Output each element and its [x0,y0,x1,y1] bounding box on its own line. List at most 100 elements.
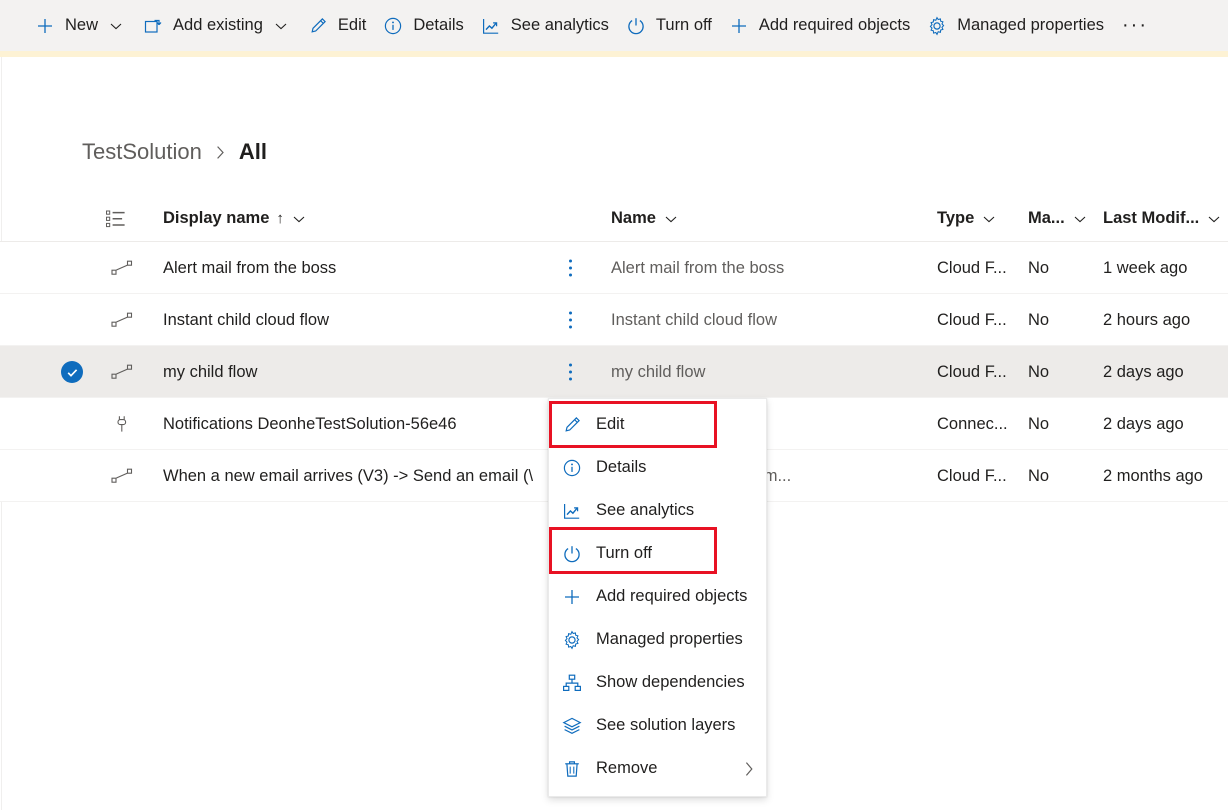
chevron-down-icon[interactable] [106,16,126,36]
row-type: Cloud F... [937,294,1007,346]
checkmark-icon [61,361,83,383]
row-last-modified: 1 week ago [1103,242,1187,294]
more-vertical-icon [568,258,573,278]
gear-icon [926,15,948,37]
command-edit[interactable]: Edit [299,4,374,48]
command-add-existing-label: Add existing [173,17,263,34]
cloud-flow-icon [106,242,138,294]
chevron-down-icon[interactable] [1207,212,1221,226]
column-header-name[interactable]: Name [611,196,678,242]
row-type: Cloud F... [937,242,1007,294]
command-add-existing[interactable]: Add existing [134,4,299,48]
row-display-name[interactable]: When a new email arrives (V3) -> Send an… [163,450,533,502]
row-checkbox[interactable] [57,294,87,346]
overflow-menu-button[interactable]: ··· [1118,6,1152,46]
row-managed: No [1028,294,1049,346]
chevron-down-icon[interactable] [292,212,306,226]
context-menu-item-edit[interactable]: Edit [549,403,766,446]
table-row[interactable]: my child flow my child flow Cloud F... N… [0,346,1228,398]
column-header-display-name-label: Display name [163,209,269,228]
command-add-required-objects[interactable]: Add required objects [720,4,918,48]
plus-icon [728,15,750,37]
cloud-flow-icon [106,294,138,346]
command-details-label: Details [413,17,463,34]
grid-header-row: Display name ↑ Name Type Ma... [0,196,1228,242]
column-header-type-label: Type [937,209,974,228]
table-row[interactable]: Instant child cloud flow Instant child c… [0,294,1228,346]
layers-icon [561,715,583,737]
power-icon [625,15,647,37]
more-vertical-icon [568,310,573,330]
gear-icon [561,629,583,651]
column-header-managed-label: Ma... [1028,209,1065,228]
row-type: Connec... [937,398,1008,450]
context-menu-item-see-analytics[interactable]: See analytics [549,489,766,532]
context-menu-item-details[interactable]: Details [549,446,766,489]
context-menu-item-turn-off-label: Turn off [596,544,652,563]
column-header-last-modified[interactable]: Last Modif... [1103,196,1221,242]
row-display-name[interactable]: Notifications DeonheTestSolution-56e46 [163,398,457,450]
plus-icon [34,15,56,37]
command-new-label: New [65,17,98,34]
command-add-required-objects-label: Add required objects [759,17,910,34]
context-menu-item-see-solution-layers[interactable]: See solution layers [549,704,766,747]
row-more-actions-button[interactable] [558,294,582,346]
context-menu-item-details-label: Details [596,458,646,477]
context-menu-item-managed-properties[interactable]: Managed properties [549,618,766,661]
chevron-down-icon[interactable] [982,212,996,226]
dependencies-icon [561,672,583,694]
row-last-modified: 2 months ago [1103,450,1203,502]
sort-ascending-icon: ↑ [276,210,284,227]
context-menu-item-add-required-objects[interactable]: Add required objects [549,575,766,618]
command-managed-properties[interactable]: Managed properties [918,4,1112,48]
row-more-actions-button[interactable] [558,242,582,294]
chevron-down-icon[interactable] [664,212,678,226]
command-edit-label: Edit [338,17,366,34]
row-display-name[interactable]: my child flow [163,346,257,398]
row-type: Cloud F... [937,346,1007,398]
row-checkbox[interactable] [57,398,87,450]
row-checkbox[interactable] [57,346,87,398]
column-header-type[interactable]: Type [937,196,996,242]
row-managed: No [1028,398,1049,450]
row-display-name[interactable]: Alert mail from the boss [163,242,336,294]
row-type: Cloud F... [937,450,1007,502]
breadcrumb-parent[interactable]: TestSolution [82,141,202,163]
row-context-menu: Edit Details See analytics [548,398,767,797]
row-name: Alert mail from the boss [611,242,784,294]
column-header-last-modified-label: Last Modif... [1103,209,1199,228]
power-icon [561,543,583,565]
table-row[interactable]: Alert mail from the boss Alert mail from… [0,242,1228,294]
row-more-actions-button[interactable] [558,346,582,398]
command-see-analytics-label: See analytics [511,17,609,34]
chevron-down-icon[interactable] [271,16,291,36]
info-icon [561,457,583,479]
cloud-flow-icon [106,346,138,398]
command-details[interactable]: Details [374,4,471,48]
breadcrumb-separator-icon [213,144,228,161]
context-menu-item-remove-label: Remove [596,759,657,778]
context-menu-item-add-required-objects-label: Add required objects [596,587,747,606]
pencil-icon [307,15,329,37]
command-turn-off[interactable]: Turn off [617,4,720,48]
column-header-name-label: Name [611,209,656,228]
command-new[interactable]: New [26,4,134,48]
row-checkbox[interactable] [57,242,87,294]
context-menu-item-show-dependencies[interactable]: Show dependencies [549,661,766,704]
chevron-down-icon[interactable] [1073,212,1087,226]
column-header-managed[interactable]: Ma... [1028,196,1087,242]
row-name: my child flow [611,346,705,398]
column-header-display-name[interactable]: Display name ↑ [163,196,306,242]
breadcrumb-current: All [239,141,267,163]
plus-icon [561,586,583,608]
row-display-name[interactable]: Instant child cloud flow [163,294,329,346]
context-menu-item-turn-off[interactable]: Turn off [549,532,766,575]
command-bar: New Add existing [0,0,1228,51]
list-view-icon[interactable] [106,196,126,242]
context-menu-item-remove[interactable]: Remove [549,747,766,790]
connection-reference-icon [106,398,138,450]
command-see-analytics[interactable]: See analytics [472,4,617,48]
row-last-modified: 2 days ago [1103,346,1184,398]
row-checkbox[interactable] [57,450,87,502]
row-managed: No [1028,242,1049,294]
